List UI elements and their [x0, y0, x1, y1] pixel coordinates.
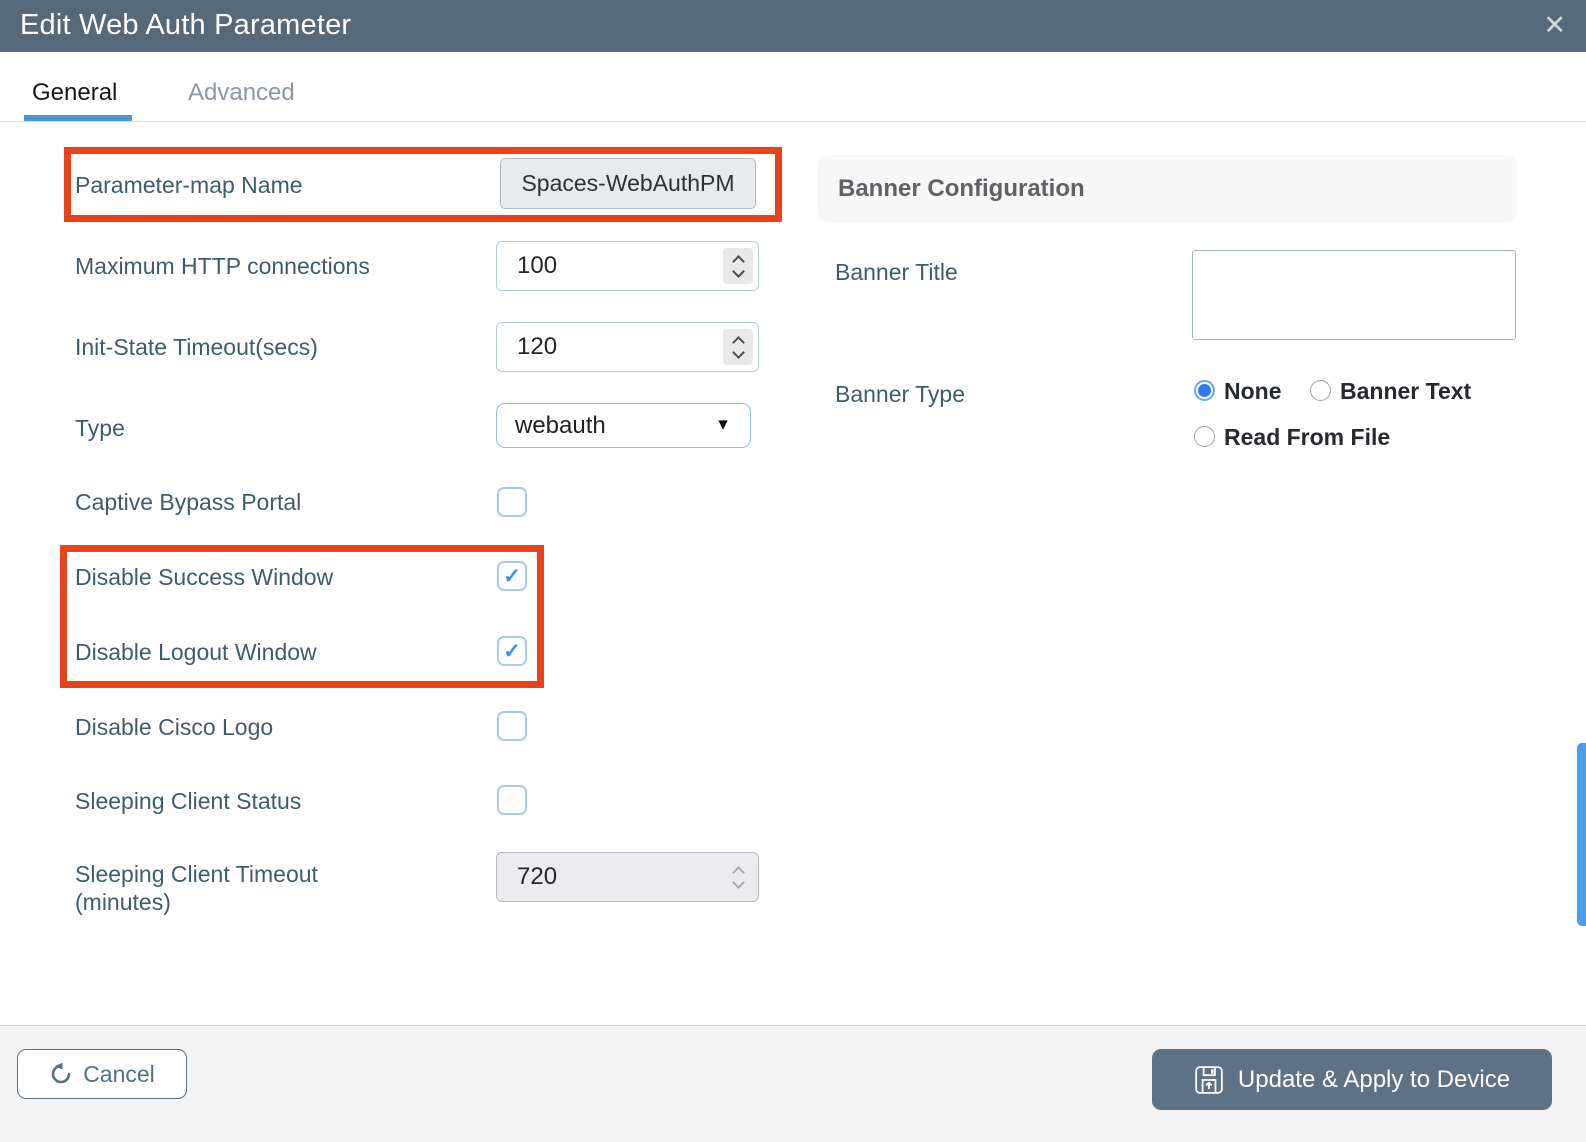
tab-general[interactable]: General	[32, 79, 117, 107]
captive-bypass-portal-label: Captive Bypass Portal	[75, 489, 302, 515]
disable-success-window-checkbox[interactable]: ✓	[497, 561, 527, 591]
dialog-footer: Cancel Update & Apply to Device	[0, 1025, 1586, 1142]
dialog-titlebar: Edit Web Auth Parameter ✕	[0, 0, 1586, 52]
tab-advanced-label: Advanced	[188, 79, 295, 106]
banner-type-radio-none[interactable]	[1194, 380, 1215, 401]
banner-type-radio-read-from-file-label[interactable]: Read From File	[1224, 424, 1390, 451]
sleeping-client-status-label: Sleeping Client Status	[75, 788, 302, 814]
disable-logout-window-label: Disable Logout Window	[75, 639, 317, 665]
checkmark-icon: ✓	[503, 564, 521, 588]
edit-web-auth-parameter-dialog: Edit Web Auth Parameter ✕ General Advanc…	[0, 0, 1586, 1142]
max-http-connections-stepper[interactable]	[723, 248, 753, 284]
banner-type-radio-read-from-file[interactable]	[1194, 426, 1215, 447]
banner-type-radio-none-label[interactable]: None	[1224, 378, 1282, 405]
sleeping-client-timeout-label: Sleeping Client Timeout (minutes)	[75, 861, 318, 915]
init-state-timeout-value: 120	[517, 333, 558, 360]
cancel-button-label: Cancel	[83, 1060, 155, 1087]
init-state-timeout-label: Init-State Timeout(secs)	[75, 334, 318, 360]
cancel-button[interactable]: Cancel	[17, 1049, 187, 1099]
banner-type-label: Banner Type	[835, 381, 966, 407]
disable-success-window-label: Disable Success Window	[75, 564, 334, 590]
parameter-map-name-field[interactable]: Spaces-WebAuthPM	[500, 158, 756, 209]
banner-type-radio-banner-text-label[interactable]: Banner Text	[1340, 378, 1471, 405]
scrollbar-thumb[interactable]	[1577, 743, 1586, 926]
max-http-connections-value: 100	[517, 252, 558, 279]
init-state-timeout-input[interactable]: 120	[496, 322, 759, 372]
dialog-title: Edit Web Auth Parameter	[20, 9, 352, 41]
banner-title-textarea[interactable]	[1192, 250, 1516, 340]
stepper-down-icon	[731, 875, 745, 889]
max-http-connections-label: Maximum HTTP connections	[75, 253, 370, 279]
tab-general-label: General	[32, 79, 118, 106]
banner-configuration-header: Banner Configuration	[818, 155, 1517, 222]
sleeping-client-timeout-value: 720	[517, 863, 558, 890]
tab-advanced[interactable]: Advanced	[188, 79, 295, 107]
sleeping-client-timeout-stepper	[723, 859, 753, 895]
update-apply-button-label: Update & Apply to Device	[1237, 1065, 1511, 1093]
tabs-divider	[0, 121, 1586, 122]
parameter-map-name-label: Parameter-map Name	[75, 172, 303, 198]
undo-icon	[51, 1062, 71, 1084]
type-label: Type	[75, 415, 125, 441]
max-http-connections-input[interactable]: 100	[496, 241, 759, 291]
disable-cisco-logo-checkbox[interactable]: ✓	[497, 711, 527, 741]
stepper-down-icon[interactable]	[731, 345, 745, 359]
banner-type-radio-banner-text[interactable]	[1310, 380, 1331, 401]
sleeping-client-timeout-input[interactable]: 720	[496, 852, 759, 902]
close-icon[interactable]: ✕	[1543, 7, 1566, 43]
disable-cisco-logo-label: Disable Cisco Logo	[75, 714, 274, 740]
sleeping-client-status-checkbox[interactable]: ✓	[497, 785, 527, 815]
disable-logout-window-checkbox[interactable]: ✓	[497, 636, 527, 666]
init-state-timeout-stepper[interactable]	[723, 329, 753, 365]
save-icon	[1195, 1065, 1223, 1094]
stepper-down-icon[interactable]	[731, 264, 745, 278]
captive-bypass-portal-checkbox[interactable]: ✓	[497, 487, 527, 517]
type-dropdown[interactable]: webauth ▼	[496, 403, 751, 448]
update-apply-button[interactable]: Update & Apply to Device	[1152, 1049, 1552, 1110]
dropdown-arrow-icon: ▼	[715, 416, 731, 434]
checkmark-icon: ✓	[503, 639, 521, 663]
banner-configuration-title: Banner Configuration	[838, 174, 1085, 202]
type-dropdown-value: webauth	[515, 411, 606, 439]
banner-title-label: Banner Title	[835, 259, 958, 285]
